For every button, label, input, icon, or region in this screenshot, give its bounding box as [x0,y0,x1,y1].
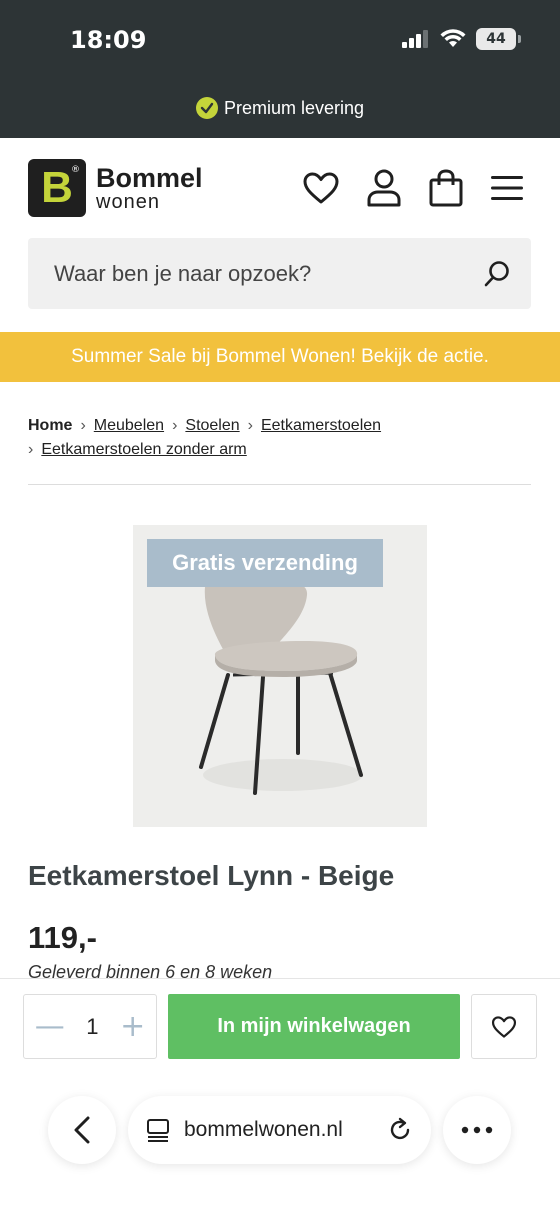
quantity-value[interactable]: 1 [86,1014,98,1040]
chevron-right-icon: › [247,417,253,434]
product-title: Eetkamerstoel Lynn - Beige [28,860,395,891]
breadcrumb-eetkamerstoelen[interactable]: Eetkamerstoelen [261,414,381,438]
more-horizontal-icon [461,1126,493,1134]
chevron-right-icon: › [80,417,86,434]
divider [28,484,531,485]
browser-address-bar[interactable]: bommelwonen.nl [128,1096,431,1164]
quantity-stepper: — 1 + [23,994,157,1059]
add-to-cart-button[interactable]: In mijn winkelwagen [168,994,460,1059]
logo-mark: B ® [28,159,86,217]
heart-icon [491,1015,517,1038]
chevron-right-icon: › [28,441,34,458]
page-menu-icon[interactable] [146,1118,170,1142]
account-icon[interactable] [366,168,402,208]
breadcrumb-stoelen[interactable]: Stoelen [185,414,239,438]
sale-banner[interactable]: Summer Sale bij Bommel Wonen! Bekijk de … [0,332,560,382]
logo-letter: B [41,163,73,212]
brand-name: Bommel [96,162,203,193]
breadcrumb-zonder-arm[interactable]: Eetkamerstoelen zonder arm [41,438,246,462]
wishlist-button[interactable] [471,994,537,1059]
status-time: 18:09 [70,26,147,54]
quantity-increase-button[interactable]: + [120,1009,145,1044]
search-bar[interactable]: Waar ben je naar opzoek? [28,238,531,309]
chevron-left-icon [74,1116,90,1144]
site-header: B ® Bommel wonen [0,138,560,238]
menu-icon[interactable] [490,174,524,202]
heart-icon[interactable] [302,171,340,205]
browser-more-button[interactable] [443,1096,511,1164]
check-circle-icon [195,97,218,119]
breadcrumb-meubelen[interactable]: Meubelen [94,414,164,438]
search-icon [484,261,509,287]
wifi-icon [440,29,466,47]
breadcrumb: Home › Meubelen › Stoelen › Eetkamerstoe… [28,414,532,462]
search-input[interactable]: Waar ben je naar opzoek? [54,261,311,287]
logo-registered: ® [71,165,80,175]
brand-logo[interactable]: B ® Bommel wonen [28,159,203,217]
product-image[interactable]: Gratis verzending [133,525,427,827]
premium-delivery: Premium levering [0,97,560,119]
logo-wordmark: Bommel wonen [96,162,203,213]
browser-back-button[interactable] [48,1096,116,1164]
header-actions [302,168,524,208]
quantity-decrease-button[interactable]: — [35,1009,65,1044]
shopping-bag-icon[interactable] [428,168,464,208]
browser-url[interactable]: bommelwonen.nl [184,1118,373,1142]
free-shipping-badge: Gratis verzending [147,539,383,587]
reload-icon[interactable] [387,1117,413,1143]
signal-icon [402,30,428,48]
sale-banner-text: Summer Sale bij Bommel Wonen! Bekijk de … [71,346,489,367]
battery-indicator: 44 [476,28,521,50]
chevron-right-icon: › [172,417,178,434]
top-bar: 18:09 44 Premium levering [0,0,560,138]
search-button[interactable] [483,260,511,292]
status-icons: 44 [402,28,521,50]
brand-subname: wonen [96,190,160,213]
breadcrumb-home[interactable]: Home [28,414,72,438]
product-price: 119,- [28,920,97,955]
premium-text: Premium levering [223,97,365,118]
